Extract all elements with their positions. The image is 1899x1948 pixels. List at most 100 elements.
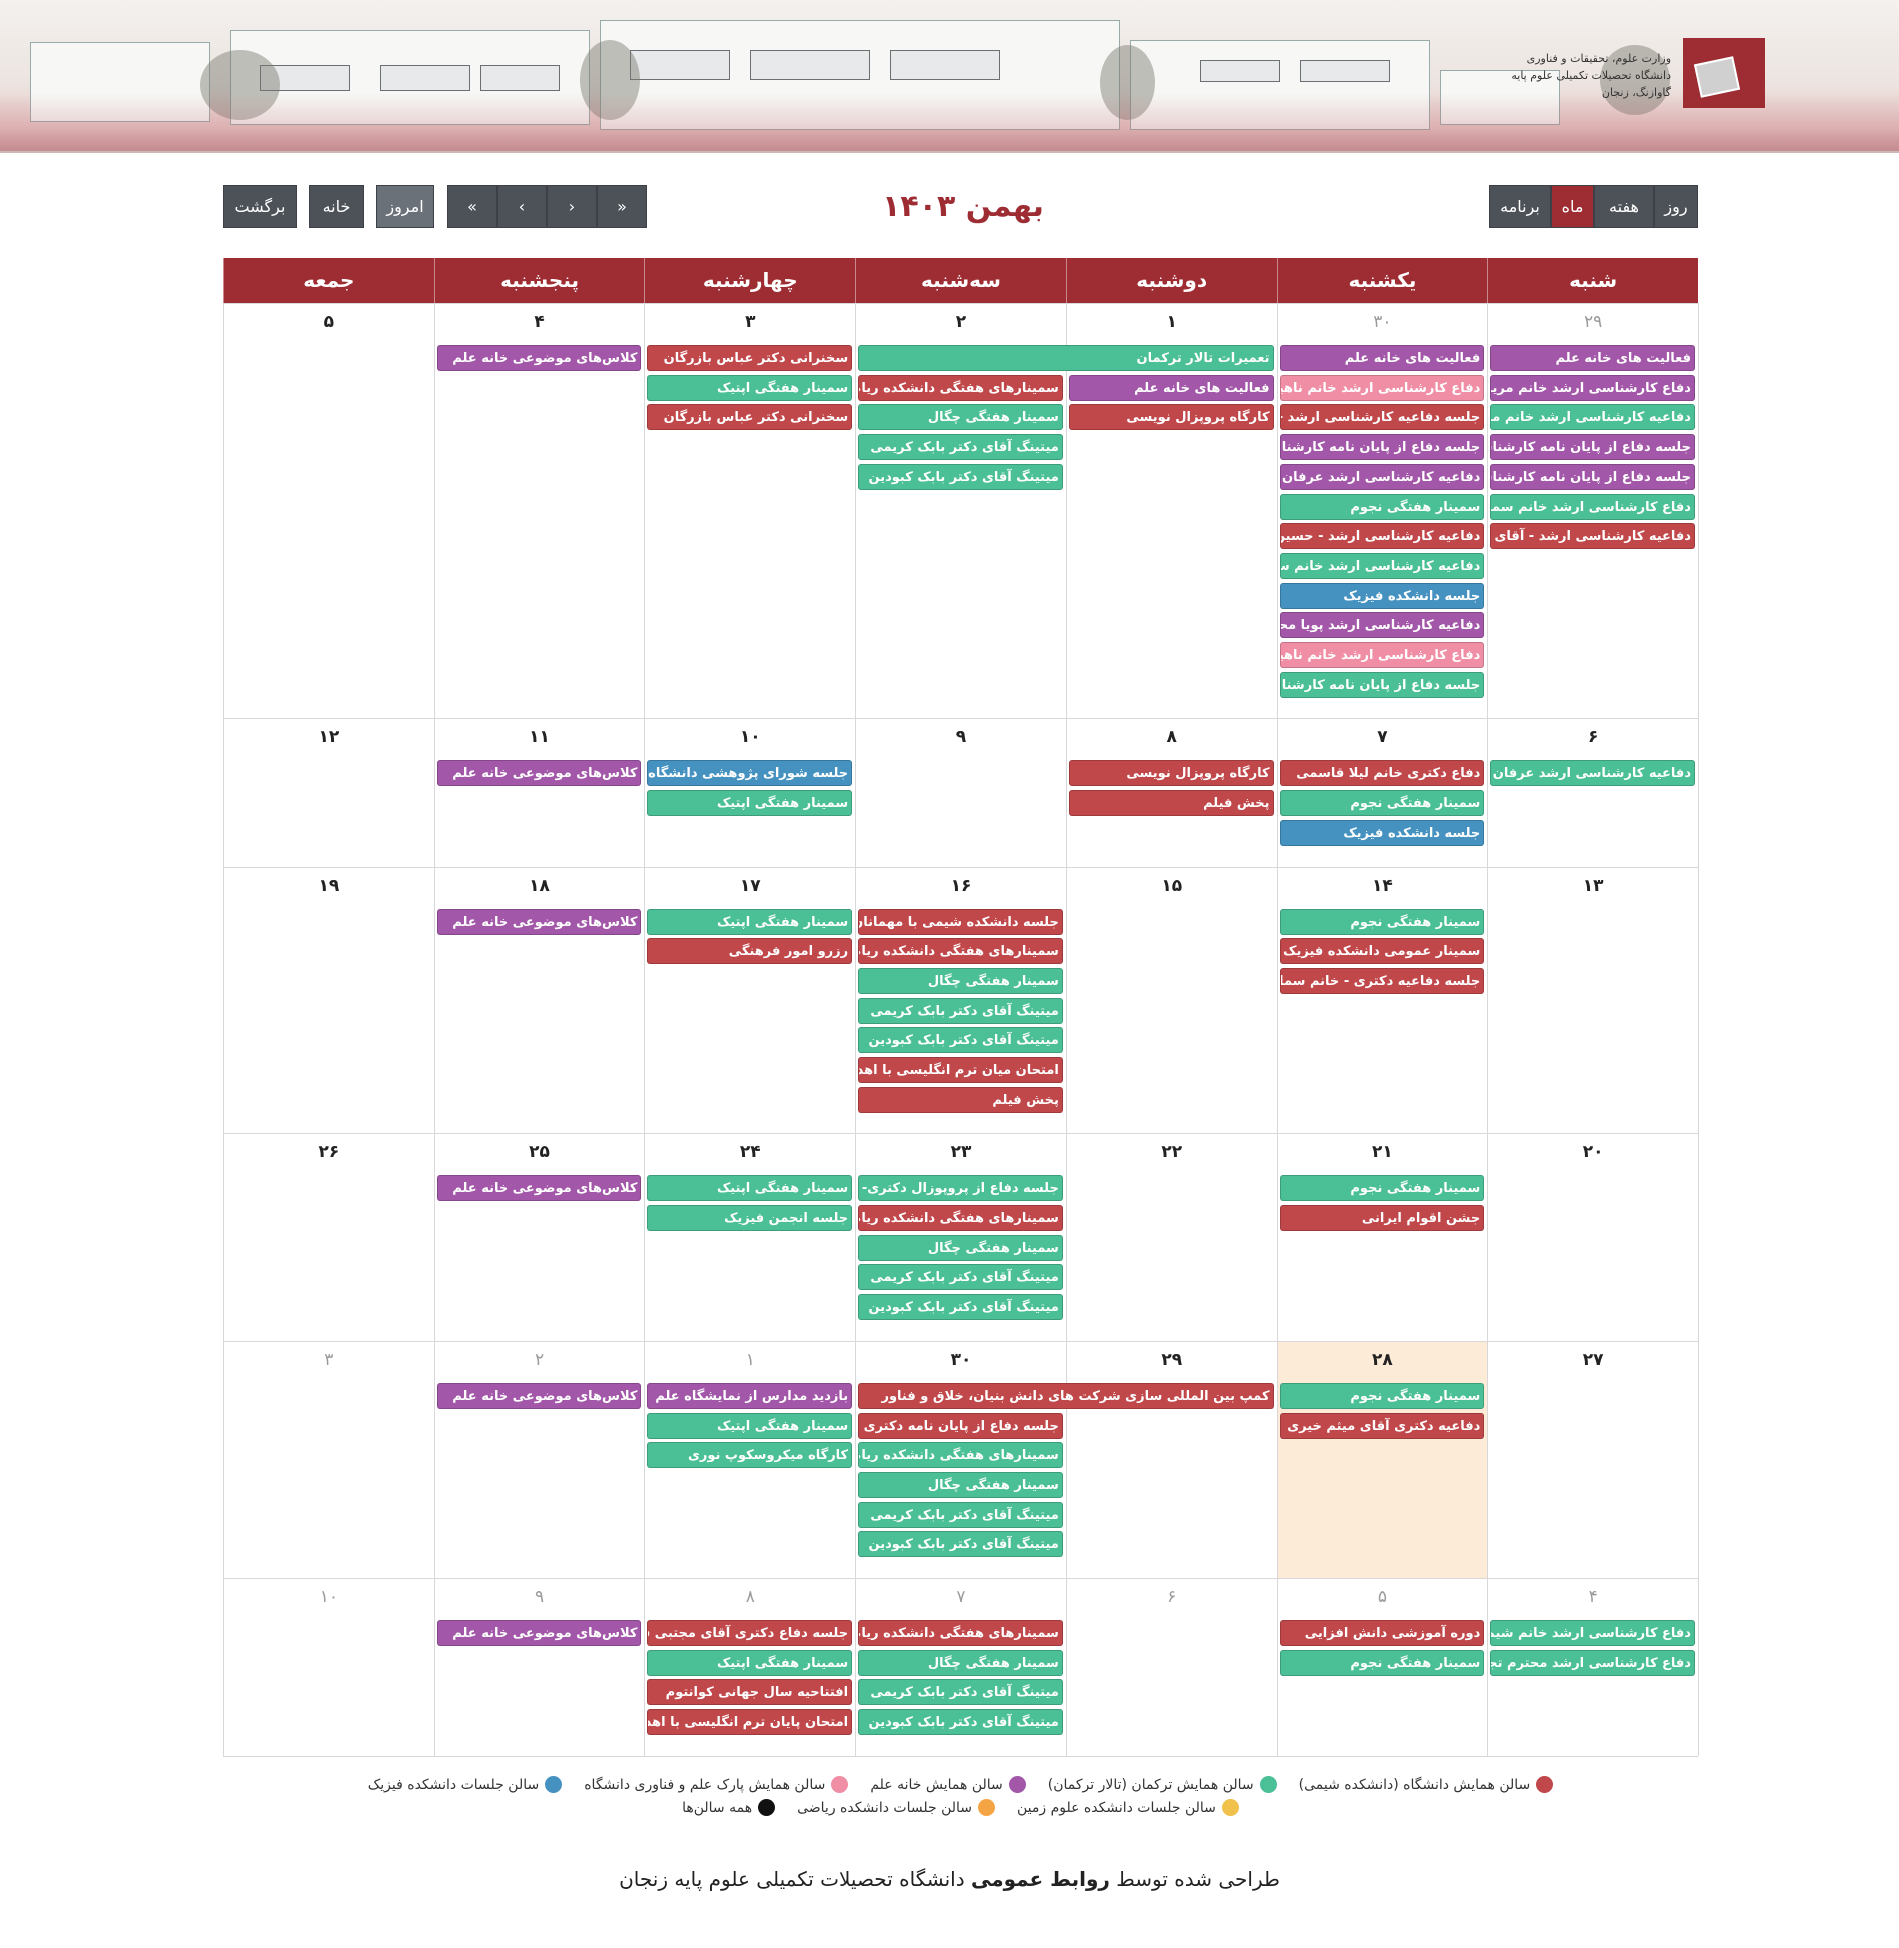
calendar-event[interactable]: جلسه دانشکده فیزیک	[1279, 819, 1485, 846]
calendar-event[interactable]: میتینگ آقای دکتر بابک کریمی	[858, 1264, 1063, 1291]
day-cell[interactable]: ۹	[433, 1579, 645, 1757]
calendar-event[interactable]: سمینار هفتگی اپتیک	[647, 1412, 853, 1439]
calendar-event[interactable]: امتحان پایان ترم انگلیسی با اهداف	[647, 1709, 853, 1736]
day-cell[interactable]: ۳	[223, 1341, 434, 1580]
calendar-event[interactable]: دفاعیه کارشناسی ارشد - حسین اله	[1279, 523, 1485, 550]
legend-item[interactable]: سالن همایش خانه علم	[870, 1776, 1026, 1793]
day-cell[interactable]: ۲۰	[1487, 1134, 1698, 1342]
day-cell[interactable]: ۱۹	[223, 867, 434, 1135]
calendar-event[interactable]: سمینار عمومی دانشکده فیزیک	[1279, 938, 1485, 965]
next-year-button[interactable]: »	[597, 185, 647, 228]
calendar-event[interactable]: فعالیت های خانه علم	[1490, 345, 1695, 371]
legend-item[interactable]: سالن جلسات دانشکده فیزیک	[368, 1776, 563, 1793]
calendar-event[interactable]: سمینارهای هفتگی دانشکده ریاضی	[858, 374, 1063, 401]
calendar-event[interactable]: دفاع کارشناسی ارشد خانم شیما کاه	[1490, 1620, 1695, 1647]
day-number[interactable]: ۲	[856, 312, 1066, 332]
day-cell[interactable]: ۱۸	[433, 867, 645, 1135]
legend-item[interactable]: سالن جلسات دانشکده ریاضی	[797, 1799, 995, 1816]
calendar-event[interactable]: سمینار هفتگی نجوم	[1279, 1175, 1485, 1202]
calendar-event[interactable]: دفاعیه کارشناسی ارشد عرفان محمد	[1490, 760, 1695, 787]
day-cell[interactable]: ۱۴	[1276, 867, 1488, 1135]
calendar-event[interactable]: جشن اقوام ایرانی	[1279, 1205, 1485, 1232]
back-button[interactable]: برگشت	[223, 185, 297, 228]
calendar-event[interactable]: جلسه شورای پژوهشی دانشگاه	[647, 760, 853, 787]
day-number[interactable]: ۱۱	[435, 727, 645, 747]
calendar-event[interactable]: سخنرانی دکتر عباس بازرگان	[647, 404, 853, 431]
day-number[interactable]: ۹	[856, 727, 1066, 747]
legend-item[interactable]: سالن همایش ترکمان (تالار ترکمان)	[1048, 1776, 1277, 1793]
day-cell[interactable]: ۲۱	[1276, 1134, 1488, 1342]
next-month-button[interactable]: ›	[547, 185, 597, 228]
day-cell[interactable]: ۱۷	[644, 867, 855, 1135]
calendar-event[interactable]: میتینگ آقای دکتر بابک کبودین	[858, 463, 1063, 490]
day-number[interactable]: ۲۰	[1488, 1142, 1698, 1162]
calendar-event[interactable]: سمینار هفتگی اپتیک	[647, 790, 853, 817]
day-cell[interactable]: ۱۲	[223, 719, 434, 868]
day-number[interactable]: ۲۶	[224, 1142, 434, 1162]
day-number[interactable]: ۵	[1278, 1587, 1488, 1607]
calendar-event[interactable]: سمینارهای هفتگی دانشکده ریاضی	[858, 1620, 1063, 1647]
day-number[interactable]: ۱۳	[1488, 876, 1698, 896]
calendar-event[interactable]: سمینارهای هفتگی دانشکده ریاضی	[858, 1205, 1063, 1232]
calendar-event[interactable]: میتینگ آقای دکتر بابک کریمی	[858, 997, 1063, 1024]
day-cell[interactable]: ۲۴	[644, 1134, 855, 1342]
calendar-event[interactable]: سمینارهای هفتگی دانشکده ریاضی	[858, 1442, 1063, 1469]
calendar-event[interactable]: سمینار هفتگی اپتیک	[647, 908, 853, 935]
day-number[interactable]: ۱۵	[1067, 876, 1277, 896]
day-cell[interactable]: ۱۵	[1065, 867, 1277, 1135]
day-cell[interactable]: ۱۰	[223, 1579, 434, 1757]
calendar-event[interactable]: سخنرانی دکتر عباس بازرگان	[647, 345, 853, 371]
day-number[interactable]: ۷	[856, 1587, 1066, 1607]
day-number[interactable]: ۲۹	[1067, 1350, 1277, 1370]
calendar-event[interactable]: فعالیت های خانه علم	[1068, 374, 1274, 401]
day-cell[interactable]: ۲۶	[223, 1134, 434, 1342]
day-number[interactable]: ۱۶	[856, 876, 1066, 896]
view-day-button[interactable]: روز	[1654, 185, 1698, 228]
today-button[interactable]: امروز	[376, 185, 434, 228]
day-number[interactable]: ۱۷	[645, 876, 855, 896]
calendar-event[interactable]: جلسه دفاع از پایان نامه کارشناسی	[1279, 671, 1485, 698]
calendar-event[interactable]: سمینار هفتگی نجوم	[1279, 908, 1485, 935]
day-cell[interactable]: ۹	[855, 719, 1066, 868]
day-cell[interactable]: ۲۵	[433, 1134, 645, 1342]
view-week-button[interactable]: هفته	[1594, 185, 1654, 228]
day-number[interactable]: ۲۱	[1278, 1142, 1488, 1162]
calendar-event[interactable]: کلاس‌های موضوعی خانه علم	[436, 1175, 642, 1202]
calendar-event[interactable]: سمینار هفتگی نجوم	[1279, 1649, 1485, 1676]
day-cell[interactable]: ۱۱	[433, 719, 645, 868]
calendar-event[interactable]: دفاعیه دکتری آقای میثم خیری	[1279, 1412, 1485, 1439]
calendar-event[interactable]: دفاعیه کارشناسی ارشد پویا محمدی	[1279, 612, 1485, 639]
day-cell[interactable]: ۵	[223, 304, 434, 720]
calendar-event[interactable]: بازدید مدارس از نمایشگاه علم	[647, 1382, 853, 1409]
legend-item[interactable]: سالن همایش پارک علم و فناوری دانشگاه	[584, 1776, 849, 1793]
day-number[interactable]: ۳	[645, 312, 855, 332]
calendar-event[interactable]: جلسه دانشکده فیزیک	[1279, 582, 1485, 609]
legend-item[interactable]: همه سالن‌ها	[682, 1799, 776, 1816]
day-number[interactable]: ۶	[1488, 727, 1698, 747]
calendar-event[interactable]: جلسه دفاع از پایان نامه کارشناسی	[1490, 434, 1695, 461]
calendar-event[interactable]: کلاس‌های موضوعی خانه علم	[436, 1620, 642, 1647]
day-number[interactable]: ۱۰	[645, 727, 855, 747]
calendar-event[interactable]: کلاس‌های موضوعی خانه علم	[436, 345, 642, 371]
calendar-event[interactable]: سمینار هفتگی چگال	[858, 1649, 1063, 1676]
calendar-event[interactable]: جلسه دفاع دکتری آقای مجتبی قشا	[647, 1620, 853, 1647]
day-cell[interactable]: ۶	[1065, 1579, 1277, 1757]
calendar-event[interactable]: میتینگ آقای دکتر بابک کبودین	[858, 1709, 1063, 1736]
calendar-event[interactable]: جلسه دفاع از پروپوزال دکتری- دانش	[858, 1175, 1063, 1202]
calendar-event[interactable]: دوره آموزشی دانش افزایی	[1279, 1620, 1485, 1647]
day-number[interactable]: ۳۰	[856, 1350, 1066, 1370]
calendar-event[interactable]: کارگاه میکروسکوپ نوری	[647, 1442, 853, 1469]
day-cell[interactable]: ۲۷	[1487, 1341, 1698, 1580]
calendar-event[interactable]: سمینار هفتگی چگال	[858, 967, 1063, 994]
calendar-event[interactable]: سمینار هفتگی نجوم	[1279, 493, 1485, 520]
day-number[interactable]: ۱۰	[224, 1587, 434, 1607]
calendar-event[interactable]: دفاعیه کارشناسی ارشد عرفان محمد	[1279, 463, 1485, 490]
calendar-event[interactable]: جلسه دفاع از پایان نامه کارشناسی	[1490, 463, 1695, 490]
calendar-event[interactable]: دفاعیه کارشناسی ارشد خانم سمیه	[1279, 552, 1485, 579]
prev-month-button[interactable]: ‹	[497, 185, 547, 228]
day-number[interactable]: ۴	[1488, 1587, 1698, 1607]
day-number[interactable]: ۳۰	[1278, 312, 1488, 332]
calendar-event[interactable]: میتینگ آقای دکتر بابک کبودین	[858, 1294, 1063, 1321]
day-number[interactable]: ۴	[435, 312, 645, 332]
calendar-event[interactable]: دفاعیه کارشناسی ارشد خانم مژگان	[1490, 404, 1695, 431]
